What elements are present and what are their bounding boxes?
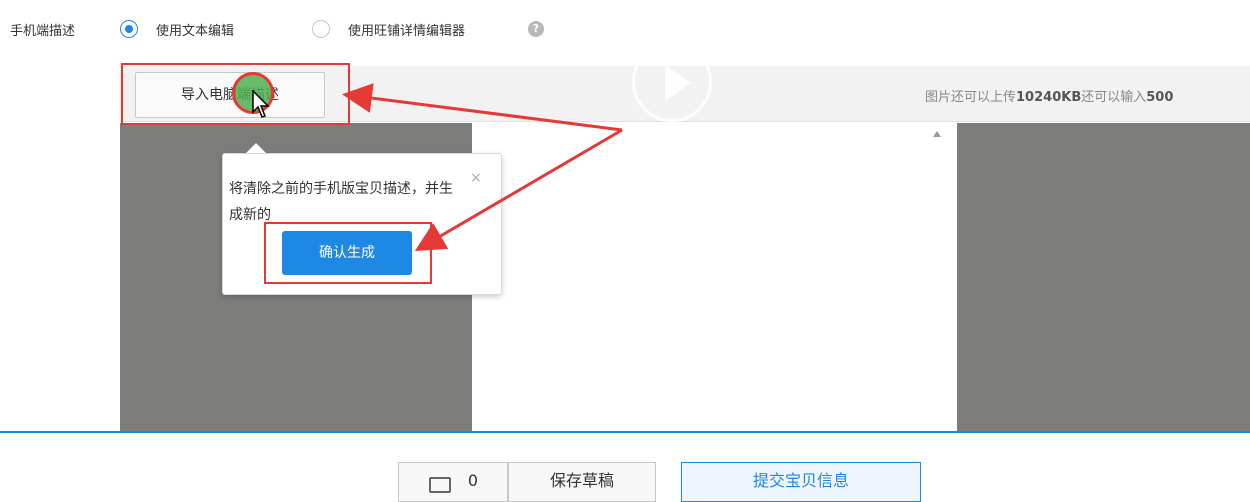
upload-info-suffix: 还可以输入 [1081,90,1147,105]
upload-info-prefix: 图片还可以上传 [925,90,1017,105]
save-draft-button[interactable]: 保存草稿 [508,462,656,502]
popover-arrow [246,143,266,153]
upload-info-size: 10240KB [1016,90,1082,105]
scroll-up-arrow-icon[interactable] [933,131,941,137]
radio-shop-editor-label[interactable]: 使用旺铺详情编辑器 [348,20,465,39]
question-circle-icon[interactable]: ? [528,21,544,37]
popover-message: 将清除之前的手机版宝贝描述，并生成新的 [229,181,453,223]
upload-info-count: 500 [1146,90,1174,105]
monitor-icon [429,477,451,493]
mouse-pointer-icon [252,90,270,118]
radio-text-edit[interactable] [120,20,138,38]
mobile-description-label: 手机端描述 [10,24,76,39]
editor-canvas[interactable] [472,123,957,431]
annotation-box-confirm [264,222,432,284]
preview-counter: 0 [467,471,479,490]
preview-button[interactable]: 0 [398,462,508,502]
editor-right-margin [957,123,1250,431]
video-play-icon[interactable] [632,42,712,122]
close-icon[interactable]: × [470,170,482,186]
divider [0,431,1250,433]
submit-button[interactable]: 提交宝贝信息 [681,462,921,502]
radio-shop-editor[interactable] [312,20,330,38]
radio-text-edit-label[interactable]: 使用文本编辑 [156,20,234,39]
upload-info: 图片还可以上传10240KB还可以输入500 [925,86,1173,105]
